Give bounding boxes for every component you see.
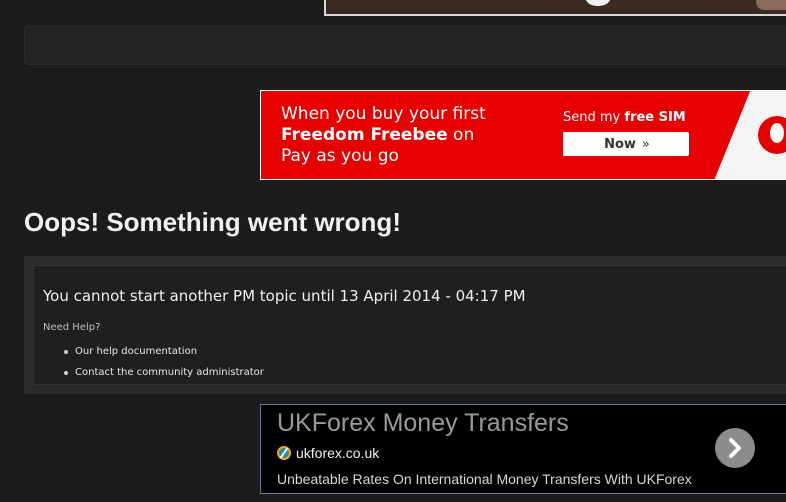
now-button-label: Now [604, 136, 636, 152]
ad-description: Unbeatable Rates On International Money … [277, 471, 692, 487]
ad-headline-bold: Freedom Freebee [281, 125, 448, 145]
banner-image-detail [586, 0, 610, 6]
ad-cta-bold: free SIM [624, 110, 686, 125]
contact-admin-link[interactable]: Contact the community administrator [75, 367, 264, 378]
help-documentation-link[interactable]: Our help documentation [75, 346, 197, 357]
chevron-right-icon [729, 438, 741, 458]
banner-image-detail [756, 0, 786, 10]
ad-domain[interactable]: ukforex.co.uk [296, 445, 379, 461]
now-button[interactable]: Now » [563, 132, 689, 156]
help-links-list: Our help documentation Contact the commu… [64, 346, 264, 388]
ad-domain-row: ukforex.co.uk [277, 445, 379, 461]
ad-title[interactable]: UKForex Money Transfers [277, 409, 569, 438]
ad-headline-rest: on [447, 125, 475, 145]
error-title: Oops! Something went wrong! [24, 207, 401, 237]
ad-headline-line-3: Pay as you go [281, 146, 399, 166]
chevrons-right-icon: » [641, 136, 650, 152]
ad-headline-line-2: Freedom Freebee on [281, 125, 474, 145]
ukforex-favicon-icon [277, 446, 291, 460]
ad-arrow-button[interactable] [715, 428, 755, 468]
ukforex-advertisement[interactable]: UKForex Money Transfers ukforex.co.uk Un… [260, 404, 786, 494]
error-message: You cannot start another PM topic until … [43, 287, 526, 305]
error-box: You cannot start another PM topic until … [33, 265, 786, 385]
navigation-bar [24, 26, 786, 65]
top-banner-image[interactable] [324, 0, 786, 16]
ad-cta-prefix: Send my [563, 110, 625, 125]
list-item: Our help documentation [64, 346, 264, 367]
help-label: Need Help? [43, 322, 101, 333]
ad-cta-text: Send my free SIM [563, 110, 686, 125]
error-panel: You cannot start another PM topic until … [24, 256, 786, 394]
ad-headline-line-1: When you buy your first [281, 104, 486, 124]
list-item: Contact the community administrator [64, 367, 264, 388]
vodafone-advertisement[interactable]: When you buy your first Freedom Freebee … [260, 90, 786, 180]
